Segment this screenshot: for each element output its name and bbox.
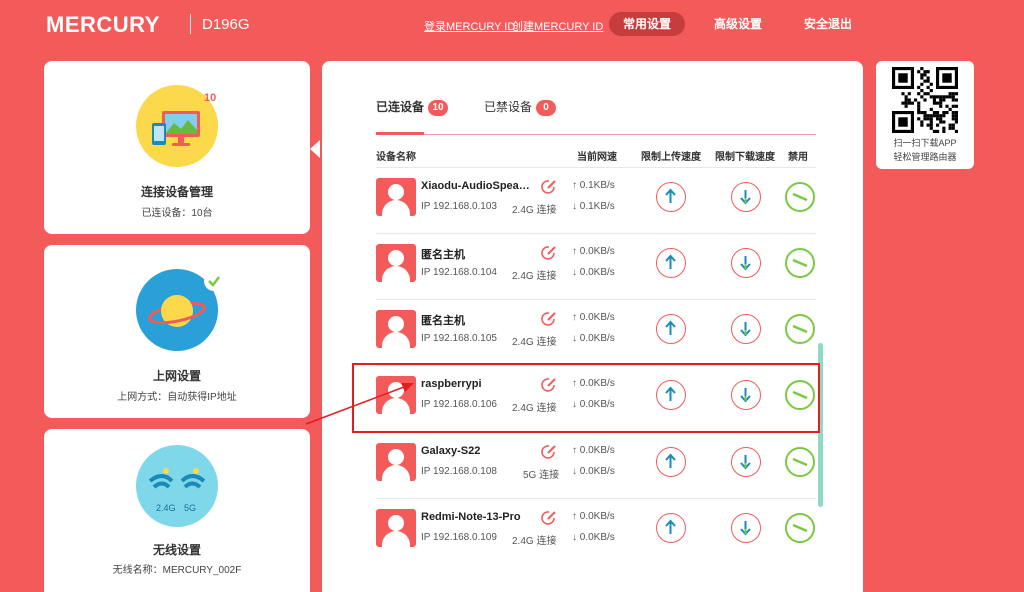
annotation-arrow [305, 383, 414, 425]
